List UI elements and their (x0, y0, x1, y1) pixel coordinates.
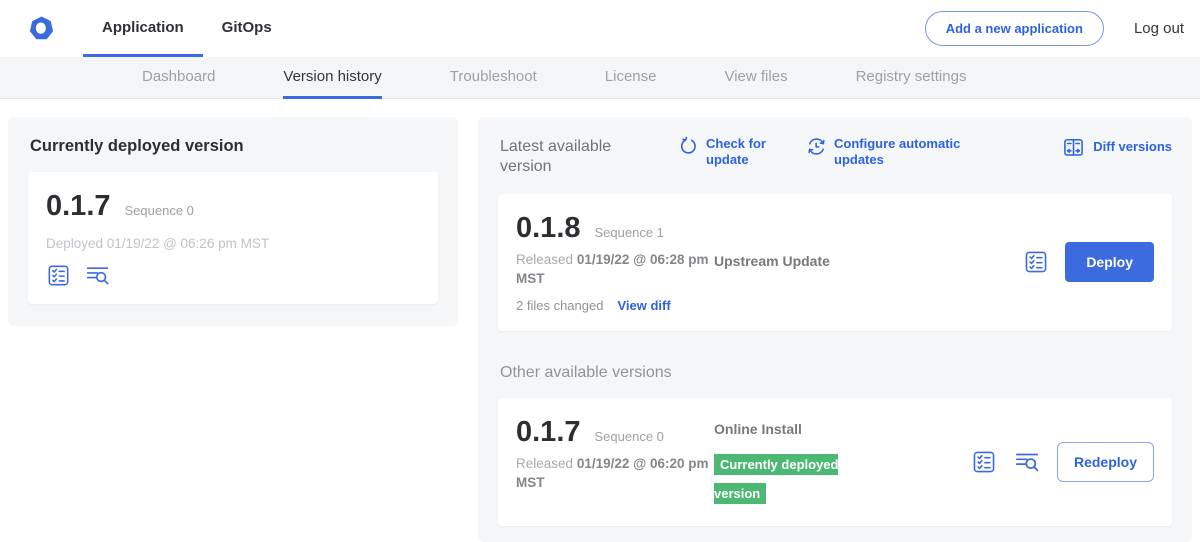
diff-versions-link[interactable]: Diff versions (1062, 136, 1172, 159)
latest-source-label: Upstream Update (714, 253, 830, 269)
subnav-item-dashboard[interactable]: Dashboard (142, 57, 215, 99)
refresh-icon (678, 136, 699, 157)
latest-released-timestamp: Released 01/19/22 @ 06:28 pm MST (516, 251, 712, 289)
subnav-item-license[interactable]: License (605, 57, 657, 99)
deployed-panel-title: Currently deployed version (30, 137, 438, 156)
files-changed-label: 2 files changed (516, 298, 603, 313)
deployed-timestamp: Deployed 01/19/22 @ 06:26 pm MST (46, 236, 420, 251)
replicated-logo-icon (28, 15, 55, 42)
deploy-logs-icon[interactable] (84, 263, 111, 288)
add-application-button[interactable]: Add a new application (925, 11, 1104, 46)
topnav-right: Add a new application Log out (925, 11, 1184, 46)
version-config-checklist-icon[interactable] (1023, 249, 1049, 275)
check-for-update-link[interactable]: Check for update (678, 136, 772, 169)
clock-refresh-icon (806, 136, 827, 157)
top-tabs: Application GitOps (83, 0, 291, 57)
deployed-version-number: 0.1.7 (46, 190, 111, 223)
other-source-label: Online Install (714, 421, 802, 437)
configure-automatic-updates-link[interactable]: Configure automatic updates (806, 136, 962, 169)
other-sequence-label: Sequence 0 (595, 429, 664, 444)
subnav-item-version-history[interactable]: Version history (283, 57, 381, 99)
view-diff-link[interactable]: View diff (617, 298, 670, 313)
latest-available-title: Latest available version (500, 137, 642, 178)
version-row-other: 0.1.7 Sequence 0 Released 01/19/22 @ 06:… (498, 398, 1172, 527)
version-config-checklist-icon[interactable] (46, 263, 71, 288)
available-versions-panel: Latest available version Check for updat… (478, 117, 1192, 542)
other-version-number: 0.1.7 (516, 416, 581, 449)
deploy-logs-icon[interactable] (1013, 449, 1041, 475)
latest-version-number: 0.1.8 (516, 212, 581, 245)
tab-gitops[interactable]: GitOps (203, 0, 291, 57)
deployed-version-card: 0.1.7 Sequence 0 Deployed 01/19/22 @ 06:… (28, 172, 438, 304)
latest-sequence-label: Sequence 1 (595, 225, 664, 240)
other-released-timestamp: Released 01/19/22 @ 06:20 pm MST (516, 455, 712, 493)
redeploy-button[interactable]: Redeploy (1057, 442, 1154, 482)
subnav-item-view-files[interactable]: View files (724, 57, 787, 99)
version-row-latest: 0.1.8 Sequence 1 Released 01/19/22 @ 06:… (498, 194, 1172, 331)
currently-deployed-panel: Currently deployed version 0.1.7 Sequenc… (8, 117, 458, 326)
deploy-button[interactable]: Deploy (1065, 242, 1154, 282)
version-history-page: Currently deployed version 0.1.7 Sequenc… (0, 99, 1200, 542)
app-sub-nav: Dashboard Version history Troubleshoot L… (0, 57, 1200, 99)
subnav-item-troubleshoot[interactable]: Troubleshoot (450, 57, 537, 99)
version-actions: Check for update Configure automatic upd… (642, 136, 1172, 169)
deployed-sequence-label: Sequence 0 (125, 203, 194, 218)
diff-columns-icon (1062, 136, 1085, 159)
subnav-item-registry-settings[interactable]: Registry settings (856, 57, 967, 99)
other-versions-heading: Other available versions (500, 364, 1172, 382)
tab-application[interactable]: Application (83, 0, 203, 57)
version-config-checklist-icon[interactable] (971, 449, 997, 475)
logout-link[interactable]: Log out (1134, 20, 1184, 37)
top-nav: Application GitOps Add a new application… (0, 0, 1200, 57)
currently-deployed-badge: Currently deployed version (714, 454, 838, 504)
